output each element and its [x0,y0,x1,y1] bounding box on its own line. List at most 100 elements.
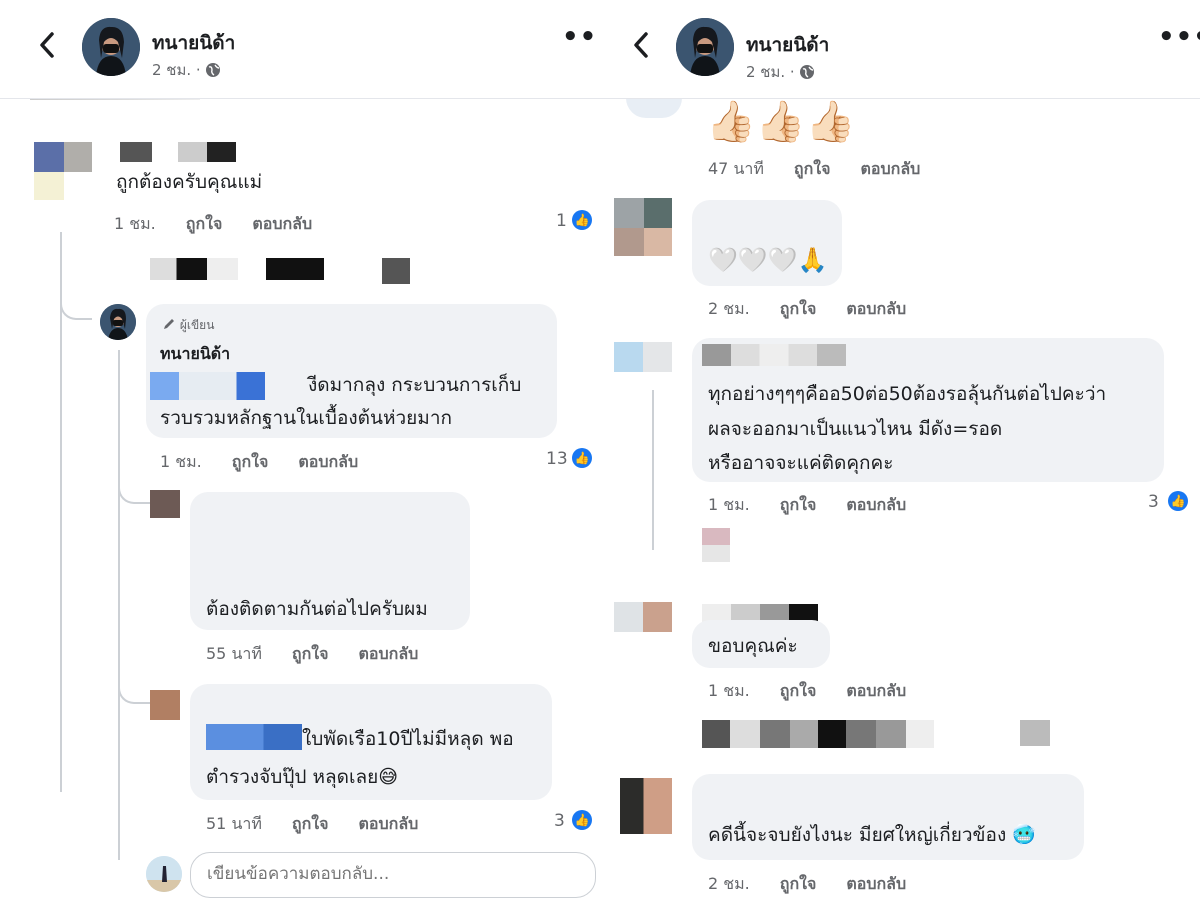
like-thumb-icon: 👍 [572,210,592,230]
page-title[interactable]: ทนายนิด้า [152,28,235,58]
comment-time: 1 ชม. [160,452,202,471]
reaction-count[interactable]: 1 [556,211,567,231]
thread-connector [60,280,92,320]
comment-text: ถูกต้องครับคุณแม่ [116,171,263,193]
like-button[interactable]: ถูกใจ [780,495,817,514]
reply-button[interactable]: ตอบกลับ [252,214,312,233]
avatar[interactable] [620,778,672,834]
post-time: 2 ชม. · [152,58,221,82]
like-thumb-icon: 👍 [572,448,592,468]
globe-icon [206,63,221,77]
comment-text: ตำรวงจับปุ๊ป หลุดเลย😅 [206,766,399,788]
reaction-count[interactable]: 13 [546,449,568,469]
reply-button[interactable]: ตอบกลับ [298,452,358,471]
comment-text: ใบพัดเรือ10ปีไม่มีหลุด พอ [302,728,514,750]
like-button[interactable]: ถูกใจ [780,681,817,700]
avatar[interactable] [676,18,734,76]
redacted-text [1020,720,1050,746]
left-screenshot-panel: ทนายนิด้า 2 ชม. · ••• ถูกต้องครับคุณแม่ … [0,0,600,900]
like-button[interactable]: ถูกใจ [232,452,269,471]
avatar [146,856,182,892]
reaction-count[interactable]: 3 [554,811,565,831]
comment-text: ทุกอย่างๆๆๆคืออ50ต่อ50ต้องรอลุ้นกันต่อไป… [708,383,1107,405]
avatar[interactable] [34,142,92,200]
reply-button[interactable]: ตอบกลับ [846,495,906,514]
post-header: ทนายนิด้า 2 ชม. · ••• [0,0,600,99]
comment-time: 2 ชม. [708,299,750,318]
like-button[interactable]: ถูกใจ [292,814,329,833]
name-redaction [702,344,846,366]
back-arrow-icon[interactable] [36,30,58,60]
comment-actions: 47 นาที ถูกใจ ตอบกลับ [708,157,950,182]
avatar[interactable] [626,98,682,118]
like-button[interactable]: ถูกใจ [292,644,329,663]
avatar[interactable] [100,304,136,340]
mention-redaction [150,372,265,400]
reply-input-field[interactable] [205,863,579,885]
avatar[interactable] [614,602,672,632]
author-badge: ผู้เขียน [162,316,214,335]
right-screenshot-panel: ทนายนิด้า 2 ชม. · ••• 👍🏻👍🏻👍🏻 47 นาทีถูกใ… [600,0,1200,900]
comment-actions: 1 ชม. ถูกใจ ตอบกลับ [708,679,936,704]
more-options-icon[interactable]: ••• [1158,24,1200,56]
comment-text: คดีนี้จะจบยังไงนะ มียศใหญ่เกี่ยวข้อง 🥶 [708,824,1036,846]
reply-button[interactable]: ตอบกลับ [846,299,906,318]
comment-actions: 2 ชม. ถูกใจ ตอบกลับ [708,872,936,897]
comment-text: ผลจะออกมาเป็นแนวไหน มีดัง=รอด [708,418,1003,440]
thread-connector [118,680,150,704]
redacted-text [150,258,238,280]
like-button[interactable]: ถูกใจ [186,214,223,233]
comment-time: 1 ชม. [114,214,156,233]
redacted-text [702,720,934,748]
emoji-comment: 🤍🤍🤍🙏 [708,246,828,274]
post-time: 2 ชม. · [746,60,815,84]
reply-button[interactable]: ตอบกลับ [846,874,906,893]
post-header: ทนายนิด้า 2 ชม. · ••• [600,0,1200,99]
avatar[interactable] [614,198,672,256]
avatar[interactable] [614,342,672,372]
like-thumb-icon: 👍 [1168,491,1188,511]
comment-time: 47 นาที [708,159,764,178]
comment-time: 51 นาที [206,814,262,833]
avatar[interactable] [150,490,180,518]
avatar[interactable] [82,18,140,76]
like-button[interactable]: ถูกใจ [794,159,831,178]
page-title[interactable]: ทนายนิด้า [746,30,829,60]
author-name[interactable]: ทนายนิด้า [160,342,230,367]
avatar[interactable] [702,528,730,562]
comment-actions: 1 ชม. ถูกใจ ตอบกลับ [114,212,342,237]
comment-actions: 51 นาที ถูกใจ ตอบกลับ [206,812,448,837]
comment-actions: 55 นาที ถูกใจ ตอบกลับ [206,642,448,667]
like-button[interactable]: ถูกใจ [780,874,817,893]
thread-line [652,390,654,550]
mention-redaction [206,724,302,750]
comment-actions: 1 ชม. ถูกใจ ตอบกลับ [160,450,388,475]
comment-time: 2 ชม. [708,874,750,893]
comment-time: 55 นาที [206,644,262,663]
comment-time: 1 ชม. [708,495,750,514]
like-button[interactable]: ถูกใจ [780,299,817,318]
globe-icon [800,65,815,79]
redacted-text [266,258,324,280]
reply-button[interactable]: ตอบกลับ [860,159,920,178]
comment-text: งีดมากลุง กระบวนการเก็บ [308,374,522,396]
thread-line [60,232,62,792]
comment-text: ต้องติดตามกันต่อไปครับผม [206,598,428,620]
thread-connector [118,480,150,504]
reply-input[interactable] [190,852,596,898]
reply-button[interactable]: ตอบกลับ [358,814,418,833]
comment-text: หรืออาจจะแค่ติดคุกคะ [708,452,894,474]
comment-time: 1 ชม. [708,681,750,700]
reaction-count[interactable]: 3 [1148,492,1159,512]
more-options-icon[interactable]: ••• [562,24,600,56]
comment-text: ขอบคุณค่ะ [708,635,798,657]
comment-actions: 1 ชม. ถูกใจ ตอบกลับ [708,493,936,518]
reply-button[interactable]: ตอบกลับ [846,681,906,700]
avatar[interactable] [150,690,180,720]
emoji-comment: 👍🏻👍🏻👍🏻 [706,99,856,145]
reply-button[interactable]: ตอบกลับ [358,644,418,663]
back-arrow-icon[interactable] [630,30,652,60]
comment-text: รวบรวมหลักฐานในเบื้องต้นห่วยมาก [160,407,453,429]
thread-line [118,350,120,860]
like-thumb-icon: 👍 [572,810,592,830]
